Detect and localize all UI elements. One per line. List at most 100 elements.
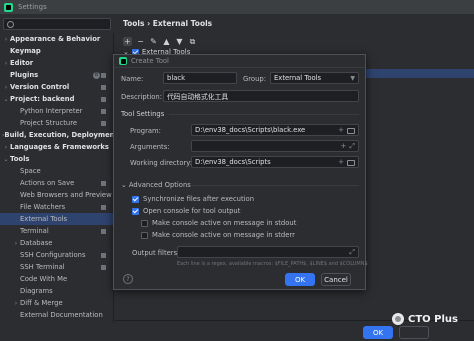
window-title-bar: Settings xyxy=(0,0,474,14)
sidebar-item[interactable]: File Watchers xyxy=(0,201,113,213)
tool-settings-heading: Tool Settings xyxy=(121,110,165,118)
open-console-checkbox[interactable] xyxy=(132,208,139,215)
breadcrumb: Tools › External Tools xyxy=(123,19,213,28)
sidebar-item-label: Diagrams xyxy=(20,287,53,295)
section-divider xyxy=(192,185,359,186)
sidebar-item[interactable]: › Diff & Merge xyxy=(0,297,113,309)
sidebar-item[interactable]: Terminal xyxy=(0,225,113,237)
sidebar-item[interactable]: Code With Me xyxy=(0,273,113,285)
sidebar-item-label: Space xyxy=(20,167,41,175)
sidebar-item[interactable]: › Appearance & Behavior xyxy=(0,33,113,45)
sync-files-label: Synchronize files after execution xyxy=(143,195,255,203)
name-input[interactable]: black xyxy=(163,72,237,84)
sidebar-item-label: Keymap xyxy=(10,47,41,55)
sidebar-item-label: Plugins xyxy=(10,71,39,79)
sidebar-item[interactable]: SSH Configurations xyxy=(0,249,113,261)
sidebar-item[interactable]: Project Structure xyxy=(0,117,113,129)
wechat-logo-icon xyxy=(392,313,404,325)
dialog-title-bar: Create Tool xyxy=(114,55,365,68)
working-directory-input[interactable]: D:\env38_docs\Scripts + xyxy=(191,156,359,168)
selected-tool-row[interactable] xyxy=(365,69,474,78)
expand-arrow-icon[interactable]: › xyxy=(12,240,20,247)
expand-arrow-icon[interactable]: › xyxy=(2,36,10,43)
sidebar-item-label: SSH Configurations xyxy=(20,251,86,259)
description-label: Description: xyxy=(121,93,163,101)
sidebar-item[interactable]: Plugins 8 xyxy=(0,69,113,81)
sidebar-item[interactable]: Space xyxy=(0,165,113,177)
copy-tool-button[interactable]: ⧉ xyxy=(188,37,197,46)
move-up-button[interactable]: ▲ xyxy=(162,37,171,46)
project-level-icon xyxy=(101,120,106,126)
settings-ok-button[interactable]: OK xyxy=(363,326,393,339)
settings-search-input[interactable] xyxy=(3,18,111,30)
sidebar-item[interactable]: Python Interpreter xyxy=(0,105,113,117)
browse-folder-icon[interactable] xyxy=(347,160,355,166)
sidebar-item-label: Project: backend xyxy=(10,95,75,103)
browse-folder-icon[interactable] xyxy=(347,128,355,134)
advanced-options-toggle[interactable]: ⌄ Advanced Options xyxy=(121,181,191,189)
sidebar-item[interactable]: Web Browsers and Preview xyxy=(0,189,113,201)
add-tool-button[interactable]: + xyxy=(123,37,132,46)
edit-tool-button[interactable]: ✎ xyxy=(149,37,158,46)
stderr-active-checkbox[interactable] xyxy=(141,232,148,239)
sidebar-item-label: External Tools xyxy=(20,215,68,223)
sidebar-item[interactable]: Diagrams xyxy=(0,285,113,297)
sidebar-item-label: Web Browsers and Preview xyxy=(20,191,112,199)
program-value: D:\env38_docs\Scripts\black.exe xyxy=(195,126,306,134)
sidebar-item-label: Build, Execution, Deployment xyxy=(4,131,118,139)
tools-toolbar: + − ✎ ▲ ▼ ⧉ xyxy=(123,37,197,46)
insert-macro-icon[interactable]: + xyxy=(338,158,344,166)
expand-arrow-icon[interactable]: › xyxy=(2,84,10,91)
description-input[interactable]: 代码自动格式化工具 xyxy=(163,90,359,102)
sidebar-item-label: Languages & Frameworks xyxy=(10,143,109,151)
sidebar-item-label: Diff & Merge xyxy=(20,299,63,307)
stdout-active-checkbox[interactable] xyxy=(141,220,148,227)
create-tool-dialog: Create Tool Name: black Group: External … xyxy=(113,54,368,290)
expand-arrow-icon[interactable]: ⌄ xyxy=(2,156,10,163)
expand-icon[interactable]: ⤢ xyxy=(349,248,355,257)
expand-arrow-icon[interactable]: ⌄ xyxy=(2,96,10,103)
move-down-button[interactable]: ▼ xyxy=(175,37,184,46)
remove-tool-button[interactable]: − xyxy=(136,37,145,46)
sidebar-item[interactable]: SSH Terminal xyxy=(0,261,113,273)
group-select[interactable]: External Tools ▼ xyxy=(270,72,359,84)
group-select-value: External Tools xyxy=(274,74,322,82)
expand-arrow-icon[interactable]: › xyxy=(12,300,20,307)
expand-arrow-icon[interactable]: › xyxy=(2,60,10,67)
sidebar-item[interactable]: ⌄ Tools xyxy=(0,153,113,165)
sidebar-item[interactable]: ⌄ Project: backend xyxy=(0,93,113,105)
program-input[interactable]: D:\env38_docs\Scripts\black.exe + xyxy=(191,124,359,136)
sidebar-item[interactable]: › Version Control xyxy=(0,81,113,93)
insert-macro-icon[interactable]: + xyxy=(338,126,344,134)
section-divider xyxy=(169,114,359,115)
sidebar-item[interactable]: Keymap xyxy=(0,45,113,57)
sidebar-item[interactable]: Actions on Save xyxy=(0,177,113,189)
dialog-ok-button[interactable]: OK xyxy=(285,273,315,286)
sidebar-item[interactable]: › Editor xyxy=(0,57,113,69)
chevron-down-icon: ⌄ xyxy=(121,181,129,189)
dialog-cancel-button[interactable]: Cancel xyxy=(321,273,351,286)
help-icon[interactable]: ? xyxy=(123,274,133,284)
insert-macro-icon[interactable]: + xyxy=(341,142,347,151)
program-label: Program: xyxy=(130,127,161,135)
sidebar-item[interactable]: › Build, Execution, Deployment xyxy=(0,129,118,141)
working-directory-value: D:\env38_docs\Scripts xyxy=(195,158,271,166)
sidebar-item[interactable]: › Languages & Frameworks xyxy=(0,141,113,153)
watermark: CTO Plus xyxy=(392,313,458,325)
arguments-label: Arguments: xyxy=(130,143,170,151)
output-filters-input[interactable]: ⤢ xyxy=(177,246,359,258)
sidebar-item[interactable]: External Tools xyxy=(0,213,113,225)
sync-files-checkbox[interactable] xyxy=(132,196,139,203)
project-level-icon xyxy=(101,96,106,102)
project-level-icon xyxy=(101,204,106,210)
expand-arrow-icon[interactable]: › xyxy=(2,144,10,151)
name-label: Name: xyxy=(121,75,144,83)
expand-icon[interactable]: ⤢ xyxy=(349,142,355,151)
project-level-icon xyxy=(101,84,106,90)
arguments-input[interactable]: + ⤢ xyxy=(191,140,359,152)
settings-cancel-button[interactable] xyxy=(399,326,429,339)
sidebar-item-label: Project Structure xyxy=(20,119,78,127)
sidebar-item[interactable]: › Database xyxy=(0,237,113,249)
sidebar-item-label: Database xyxy=(20,239,53,247)
sidebar-item[interactable]: External Documentation xyxy=(0,309,113,321)
